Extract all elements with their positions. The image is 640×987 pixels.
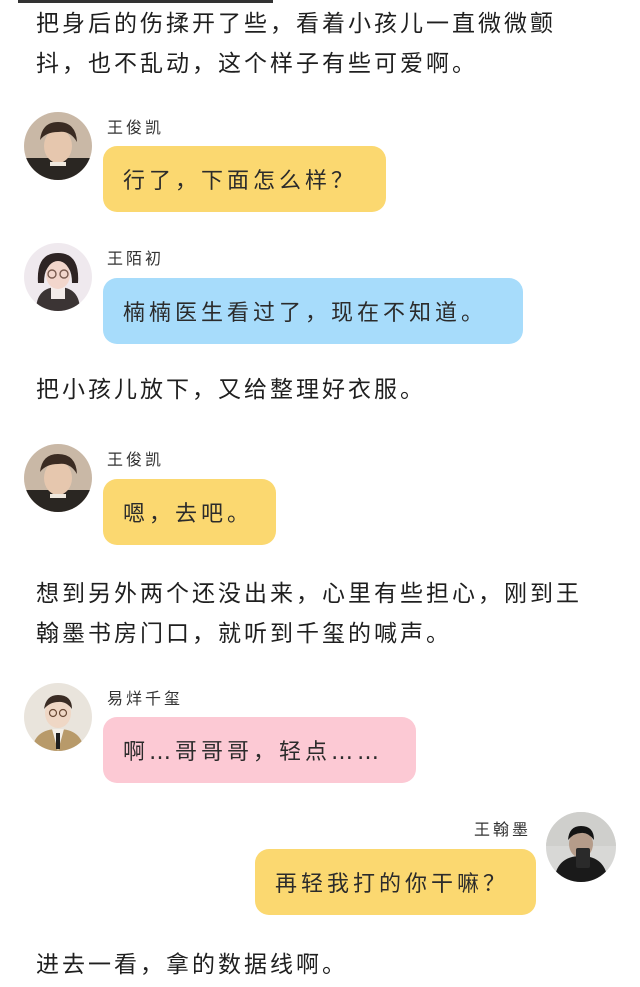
avatar-yi-yangqianxi[interactable] bbox=[24, 683, 92, 751]
avatar-photo-icon bbox=[24, 444, 92, 512]
speaker-name: 王翰墨 bbox=[474, 820, 532, 839]
speaker-name: 王陌初 bbox=[107, 249, 165, 268]
narration-paragraph: 想到另外两个还没出来，心里有些担心，刚到王翰墨书房门口，就听到千玺的喊声。 bbox=[36, 581, 582, 647]
chat-bubble: 楠楠医生看过了，现在不知道。 bbox=[103, 278, 523, 344]
speaker-name: 王俊凯 bbox=[107, 450, 165, 469]
chat-bubble: 嗯，去吧。 bbox=[103, 479, 276, 545]
narration-paragraph: 进去一看，拿的数据线啊。 bbox=[36, 952, 348, 978]
avatar-photo-icon bbox=[24, 112, 92, 180]
avatar-wang-junkai[interactable] bbox=[24, 112, 92, 180]
speaker-name: 易烊千玺 bbox=[107, 689, 184, 708]
narration-paragraph: 把身后的伤揉开了些，看着小孩儿一直微微颤抖，也不乱动，这个样子有些可爱啊。 bbox=[36, 11, 556, 77]
avatar-wang-hanmo[interactable] bbox=[546, 812, 616, 882]
top-divider bbox=[18, 0, 273, 3]
avatar-wang-mochu[interactable] bbox=[24, 243, 92, 311]
avatar-photo-icon bbox=[24, 243, 92, 311]
avatar-wang-junkai[interactable] bbox=[24, 444, 92, 512]
chat-bubble: 行了，下面怎么样？ bbox=[103, 146, 386, 212]
avatar-photo-icon bbox=[24, 683, 92, 751]
avatar-photo-icon bbox=[546, 812, 616, 882]
chat-bubble: 啊…哥哥哥，轻点…… bbox=[103, 717, 416, 783]
chat-bubble: 再轻我打的你干嘛？ bbox=[255, 849, 536, 915]
narration-paragraph: 把小孩儿放下，又给整理好衣服。 bbox=[36, 377, 426, 403]
speaker-name: 王俊凯 bbox=[107, 118, 165, 137]
